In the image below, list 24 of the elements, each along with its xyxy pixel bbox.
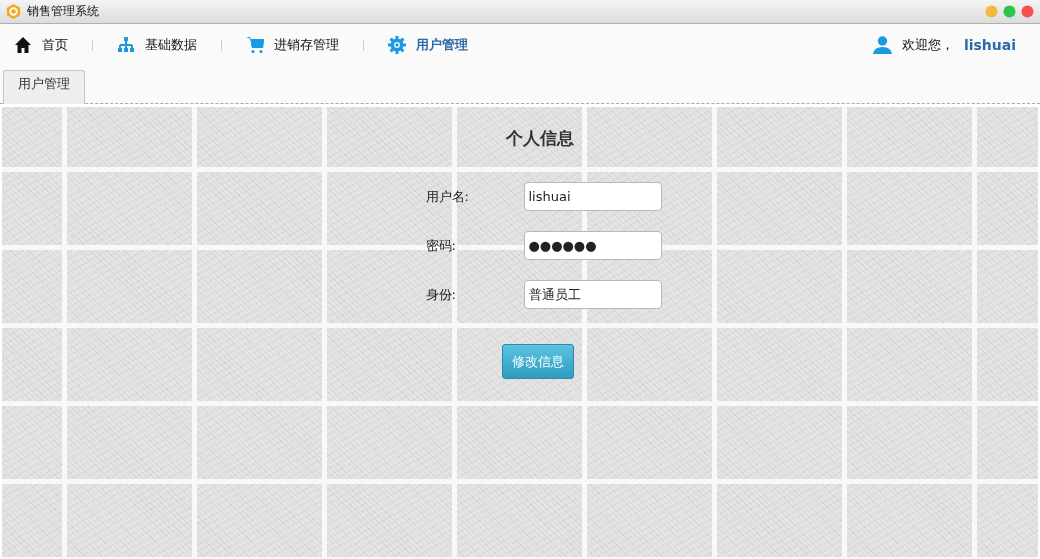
field-label: 密码: [424, 236, 457, 255]
welcome-text: 欢迎您， [901, 36, 954, 54]
input-field[interactable]: 普通员工 [523, 280, 662, 309]
tab[interactable]: 用户管理 [3, 70, 85, 104]
gear-icon [388, 36, 406, 54]
user-name: lishuai [963, 37, 1016, 53]
cart-icon [246, 36, 264, 54]
nav-item[interactable]: 进销存管理 [246, 34, 339, 56]
nav-item[interactable]: 首页 [14, 34, 68, 56]
home-icon [14, 36, 32, 54]
input-field[interactable]: lishuai [523, 182, 662, 211]
sitemap-icon [117, 36, 135, 54]
window-title: 销售管理系统 [27, 3, 99, 20]
app-logo-icon [6, 4, 21, 19]
nav-item[interactable]: 基础数据 [117, 34, 197, 56]
close-button[interactable] [1021, 5, 1034, 18]
maximize-button[interactable] [1003, 5, 1016, 18]
nav-item[interactable]: 用户管理 [388, 34, 468, 56]
field-label: 用户名: [424, 187, 470, 206]
user-icon [872, 36, 892, 54]
field-label: 身份: [424, 285, 457, 304]
minimize-button[interactable] [985, 5, 998, 18]
section-title: 个人信息 [505, 127, 574, 150]
input-field[interactable]: ●●●●●● [523, 231, 662, 260]
